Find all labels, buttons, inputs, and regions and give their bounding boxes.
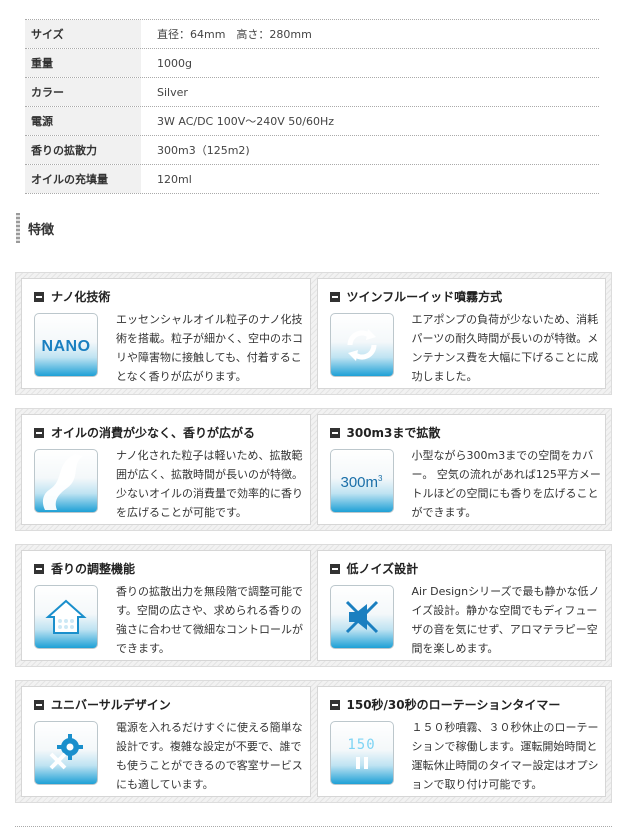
spec-row-size: サイズ 直径：64mm 高さ：280mm <box>25 20 599 49</box>
feature-desc: 電源を入れるだけすぐに使える簡単な設計です。複雑な設定が不要で、誰でも使うことが… <box>116 721 303 791</box>
spec-table: サイズ 直径：64mm 高さ：280mm 重量 1000g カラー Silver… <box>25 19 599 194</box>
feature-row-4: ユニバーサルデザイン 電源を入れるだけすぐに使える簡単な設計です。複雑な設定が不… <box>15 680 612 803</box>
volume-300-icon: 300m3 <box>329 449 394 513</box>
feature-title: 150秒/30秒のローテーションタイマー <box>329 696 560 713</box>
bullet-box-icon <box>34 427 44 438</box>
feature-card-rotation-timer: 150秒/30秒のローテーションタイマー 150 １５０秒噴霧、３０秒休止のロー… <box>316 686 606 797</box>
bullet-box-icon <box>329 699 340 710</box>
spec-row-diffusion: 香りの拡散力 300m3（125m2) <box>25 136 599 165</box>
spec-row-color: カラー Silver <box>25 78 599 107</box>
spec-row-weight: 重量 1000g <box>25 49 599 78</box>
feature-title: オイルの消費が少なく、香りが広がる <box>34 424 255 441</box>
spec-label: 重量 <box>25 49 141 77</box>
section-title-text: 特徴 <box>28 222 55 238</box>
bottom-divider <box>15 826 612 827</box>
feature-card-oil-consumption: オイルの消費が少なく、香りが広がる ナノ化された粒子は軽いため、拡散範囲が広く、… <box>21 414 311 525</box>
feature-card-300m3: 300m3まで拡散 300m3 小型ながら300m3までの空間をカバー。 空気の… <box>316 414 606 525</box>
feature-desc: エアポンプの負荷が少ないため、消耗パーツの耐久時間が長いのが特徴。メンテナンス費… <box>411 313 599 383</box>
spec-value: 1000g <box>157 56 192 70</box>
feature-row-1: ナノ化技術 NANO エッセンシャルオイル粒子のナノ化技術を搭載。粒子が細かく、… <box>15 272 612 395</box>
spec-label: サイズ <box>25 20 141 48</box>
bullet-box-icon <box>34 291 44 302</box>
bullet-box-icon <box>329 563 340 574</box>
feature-desc: １５０秒噴霧、３０秒休止のローテーションで稼働します。運転開始時間と運転休止時間… <box>411 721 599 791</box>
timer-display-icon: 150 <box>329 721 394 785</box>
feature-title: ツインフルーイッド噴霧方式 <box>329 288 502 305</box>
bullet-box-icon <box>34 563 44 574</box>
spec-label: 香りの拡散力 <box>25 136 141 164</box>
section-bar-decoration <box>16 213 20 243</box>
section-title: 特徴 <box>16 213 54 243</box>
recycle-arrows-icon <box>329 313 394 377</box>
feature-row-2: オイルの消費が少なく、香りが広がる ナノ化された粒子は軽いため、拡散範囲が広く、… <box>15 408 612 531</box>
feature-card-universal-design: ユニバーサルデザイン 電源を入れるだけすぐに使える簡単な設計です。複雑な設定が不… <box>21 686 311 797</box>
bullet-box-icon <box>329 291 340 302</box>
spec-label: 電源 <box>25 107 141 135</box>
nano-icon: NANO <box>34 313 98 377</box>
feature-card-nano: ナノ化技術 NANO エッセンシャルオイル粒子のナノ化技術を搭載。粒子が細かく、… <box>21 278 311 389</box>
spec-value: Silver <box>157 85 188 99</box>
feature-card-low-noise: 低ノイズ設計 Air Designシリーズで最も静かな低ノイズ設計。静かな空間で… <box>316 550 606 661</box>
spec-row-power: 電源 3W AC/DC 100V～240V 50/60Hz <box>25 107 599 136</box>
feature-title: 300m3まで拡散 <box>329 424 440 441</box>
spec-value: 120ml <box>157 172 192 186</box>
feature-title: 低ノイズ設計 <box>329 560 418 577</box>
bullet-box-icon <box>329 427 340 438</box>
feature-title: 香りの調整機能 <box>34 560 135 577</box>
feature-desc: エッセンシャルオイル粒子のナノ化技術を搭載。粒子が細かく、空中のホコリや障害物に… <box>116 313 303 383</box>
mist-wave-icon <box>34 449 98 513</box>
spec-value: 3W AC/DC 100V～240V 50/60Hz <box>157 115 335 128</box>
feature-desc: Air Designシリーズで最も静かな低ノイズ設計。静かな空間でもディフューザ… <box>411 585 600 655</box>
spec-label: カラー <box>25 78 141 106</box>
feature-desc: 小型ながら300m3までの空間をカバー。 空気の流れがあれば125平方メートルほ… <box>411 449 601 519</box>
gear-tools-icon <box>34 721 98 785</box>
bullet-box-icon <box>34 699 44 710</box>
house-icon <box>34 585 98 649</box>
spec-row-oil: オイルの充填量 120ml <box>25 165 599 194</box>
spec-value: 300m3（125m2) <box>157 144 250 157</box>
mute-speaker-icon <box>329 585 394 649</box>
spec-value: 直径：64mm 高さ：280mm <box>157 28 312 41</box>
feature-title: ナノ化技術 <box>34 288 110 305</box>
feature-desc: 香りの拡散出力を無段階で調整可能です。空間の広さや、求められる香りの強さに合わせ… <box>116 585 303 655</box>
feature-desc: ナノ化された粒子は軽いため、拡散範囲が広く、拡散時間が長いのが特徴。少ないオイル… <box>116 449 303 519</box>
spec-label: オイルの充填量 <box>25 165 141 193</box>
feature-title: ユニバーサルデザイン <box>34 696 171 713</box>
feature-card-twin-fluid: ツインフルーイッド噴霧方式 エアポンプの負荷が少ないため、消耗パーツの耐久時間が… <box>316 278 606 389</box>
feature-card-aroma-control: 香りの調整機能 香りの拡散出力を無段階で調整可能です。空間の広さや、求められる香… <box>21 550 311 661</box>
feature-row-3: 香りの調整機能 香りの拡散出力を無段階で調整可能です。空間の広さや、求められる香… <box>15 544 612 667</box>
